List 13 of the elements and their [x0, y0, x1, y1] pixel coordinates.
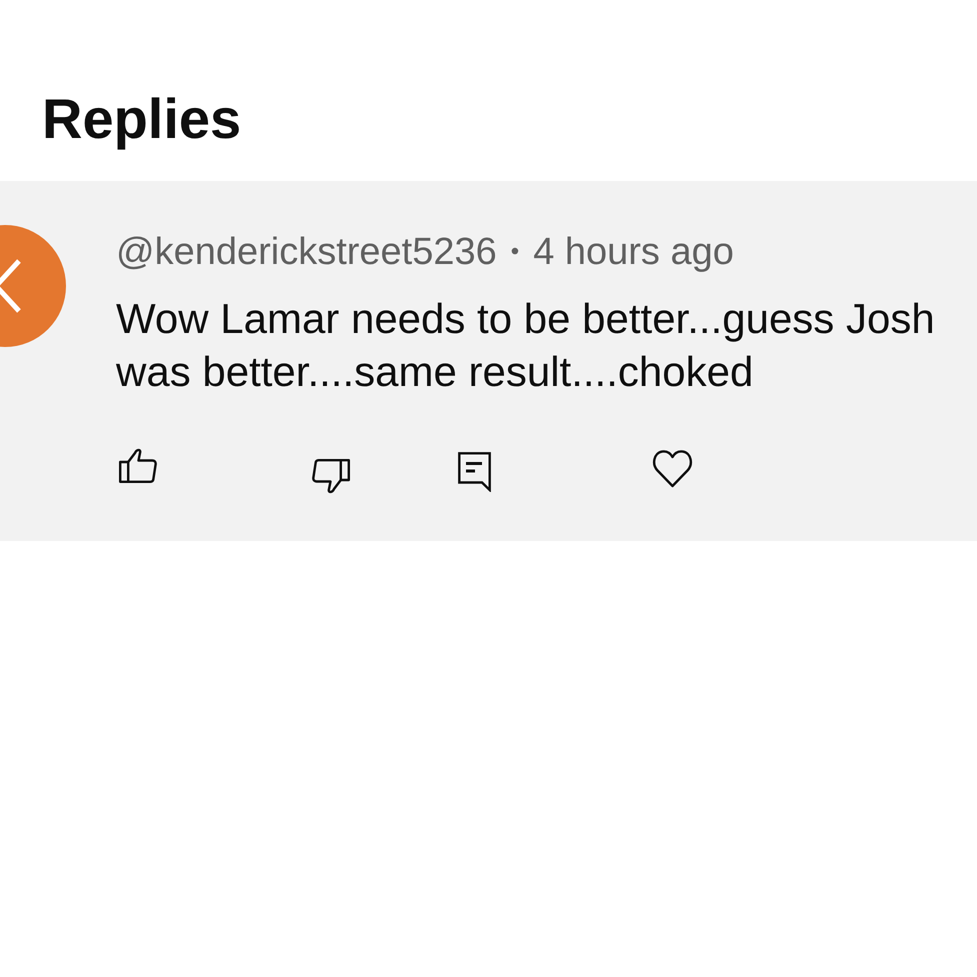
reply-button[interactable] — [458, 452, 491, 492]
section-title: Replies — [41, 87, 242, 152]
dislike-button[interactable] — [312, 459, 350, 494]
reply-text: Wow Lamar needs to be better...guess Josh was better....same result....choked — [116, 294, 936, 397]
thumbs-down-icon — [312, 459, 350, 494]
separator-dot: • — [510, 237, 520, 267]
heart-icon — [652, 449, 693, 488]
author-handle[interactable]: @kenderickstreet5236 — [116, 229, 497, 275]
heart-button[interactable] — [652, 449, 693, 488]
like-button[interactable] — [119, 448, 157, 483]
timestamp: 4 hours ago — [533, 230, 734, 275]
comment-icon — [458, 452, 491, 492]
thumbs-up-icon — [119, 448, 157, 483]
